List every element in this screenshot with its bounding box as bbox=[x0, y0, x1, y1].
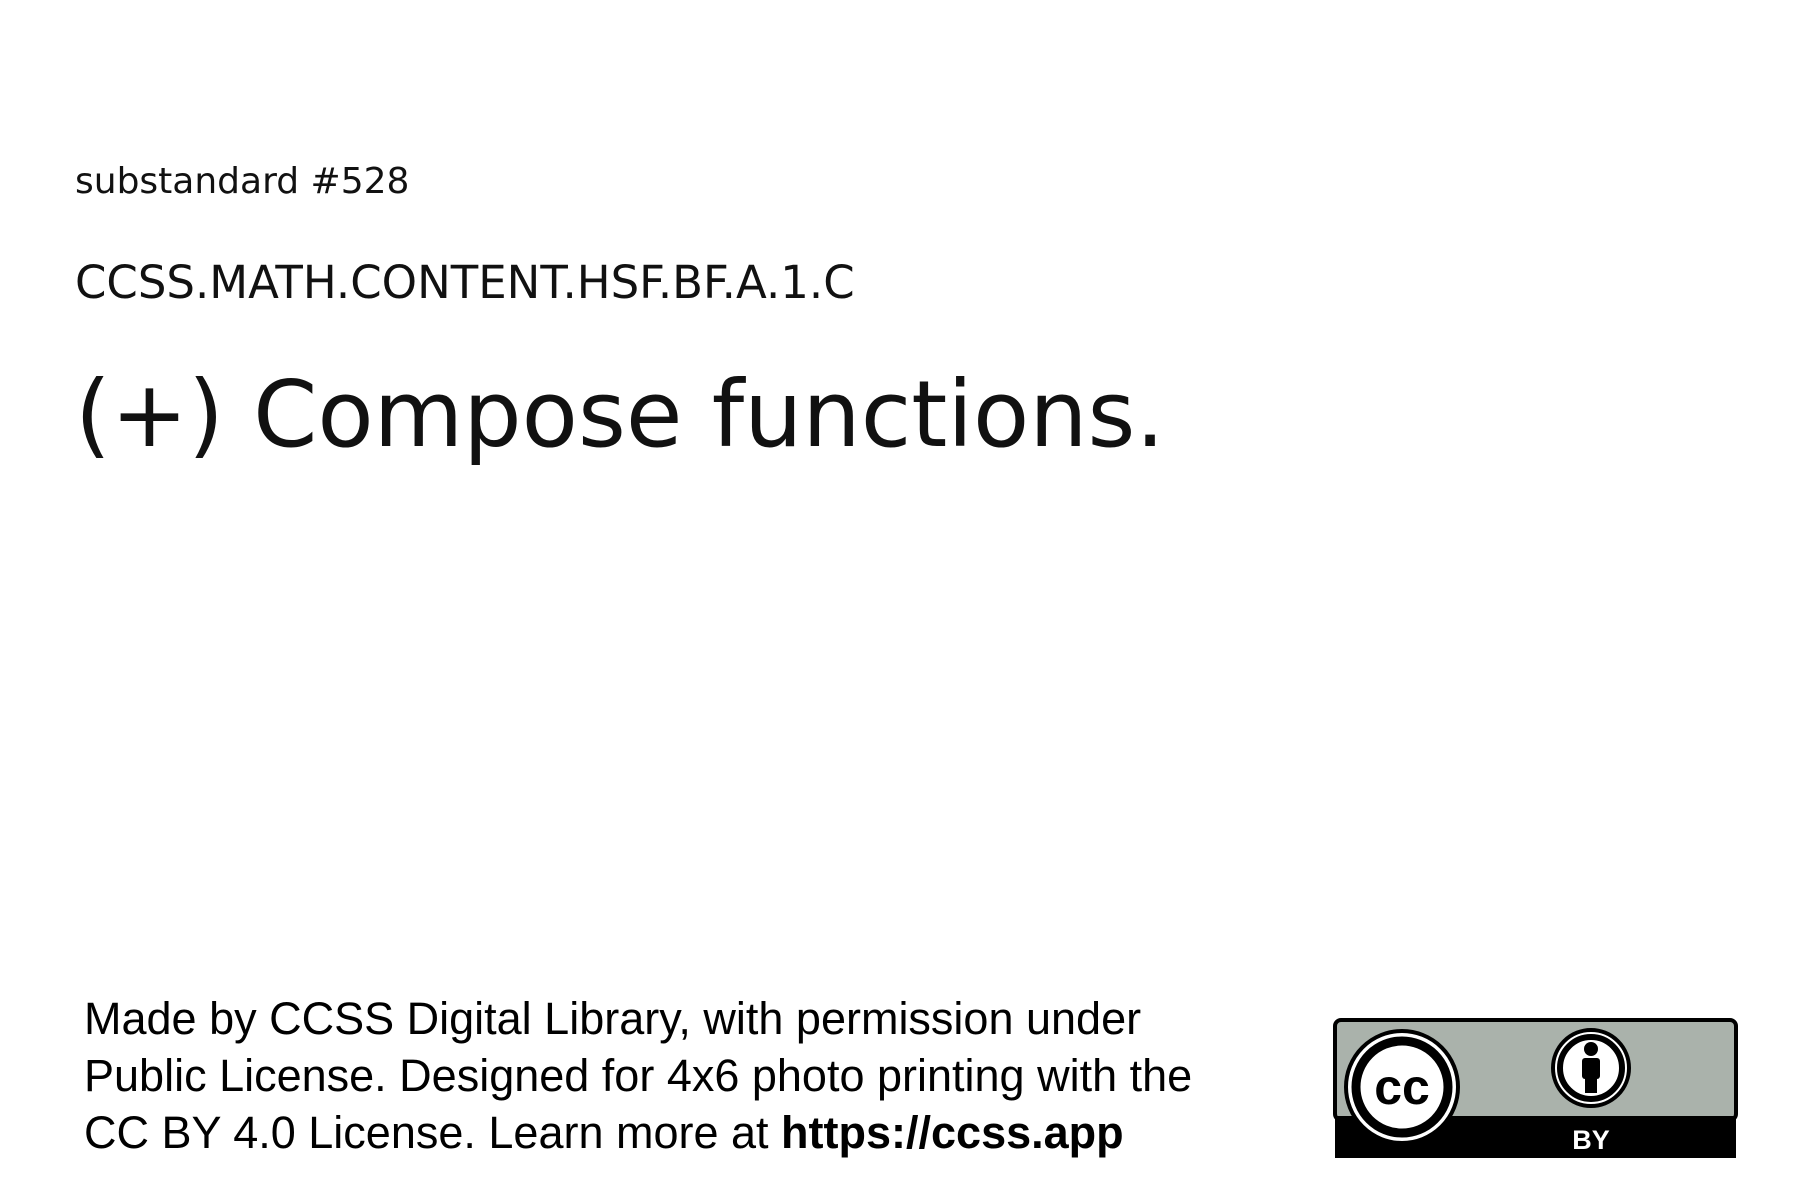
footer-line-2: Public License. Designed for 4x6 photo p… bbox=[84, 1050, 1193, 1101]
cc-icon-text: cc bbox=[1374, 1059, 1430, 1115]
footer-attribution: Made by CCSS Digital Library, with permi… bbox=[84, 990, 1304, 1161]
substandard-number: substandard #528 bbox=[75, 161, 410, 202]
by-label: BY bbox=[1572, 1125, 1610, 1155]
cc-icon: cc bbox=[1344, 1029, 1460, 1145]
footer-line-1: Made by CCSS Digital Library, with permi… bbox=[84, 993, 1142, 1044]
ccss-app-link[interactable]: https://ccss.app bbox=[781, 1107, 1124, 1158]
footer-line-3-text: CC BY 4.0 License. Learn more at bbox=[84, 1107, 782, 1158]
standard-text: (+) Compose functions. bbox=[75, 361, 1165, 468]
footer-line-3: CC BY 4.0 License. Learn more at https:/… bbox=[84, 1104, 1304, 1161]
standard-code: CCSS.MATH.CONTENT.HSF.BF.A.1.C bbox=[75, 256, 855, 309]
person-icon bbox=[1551, 1028, 1631, 1108]
cc-by-license-badge[interactable]: cc BY bbox=[1333, 1018, 1738, 1160]
